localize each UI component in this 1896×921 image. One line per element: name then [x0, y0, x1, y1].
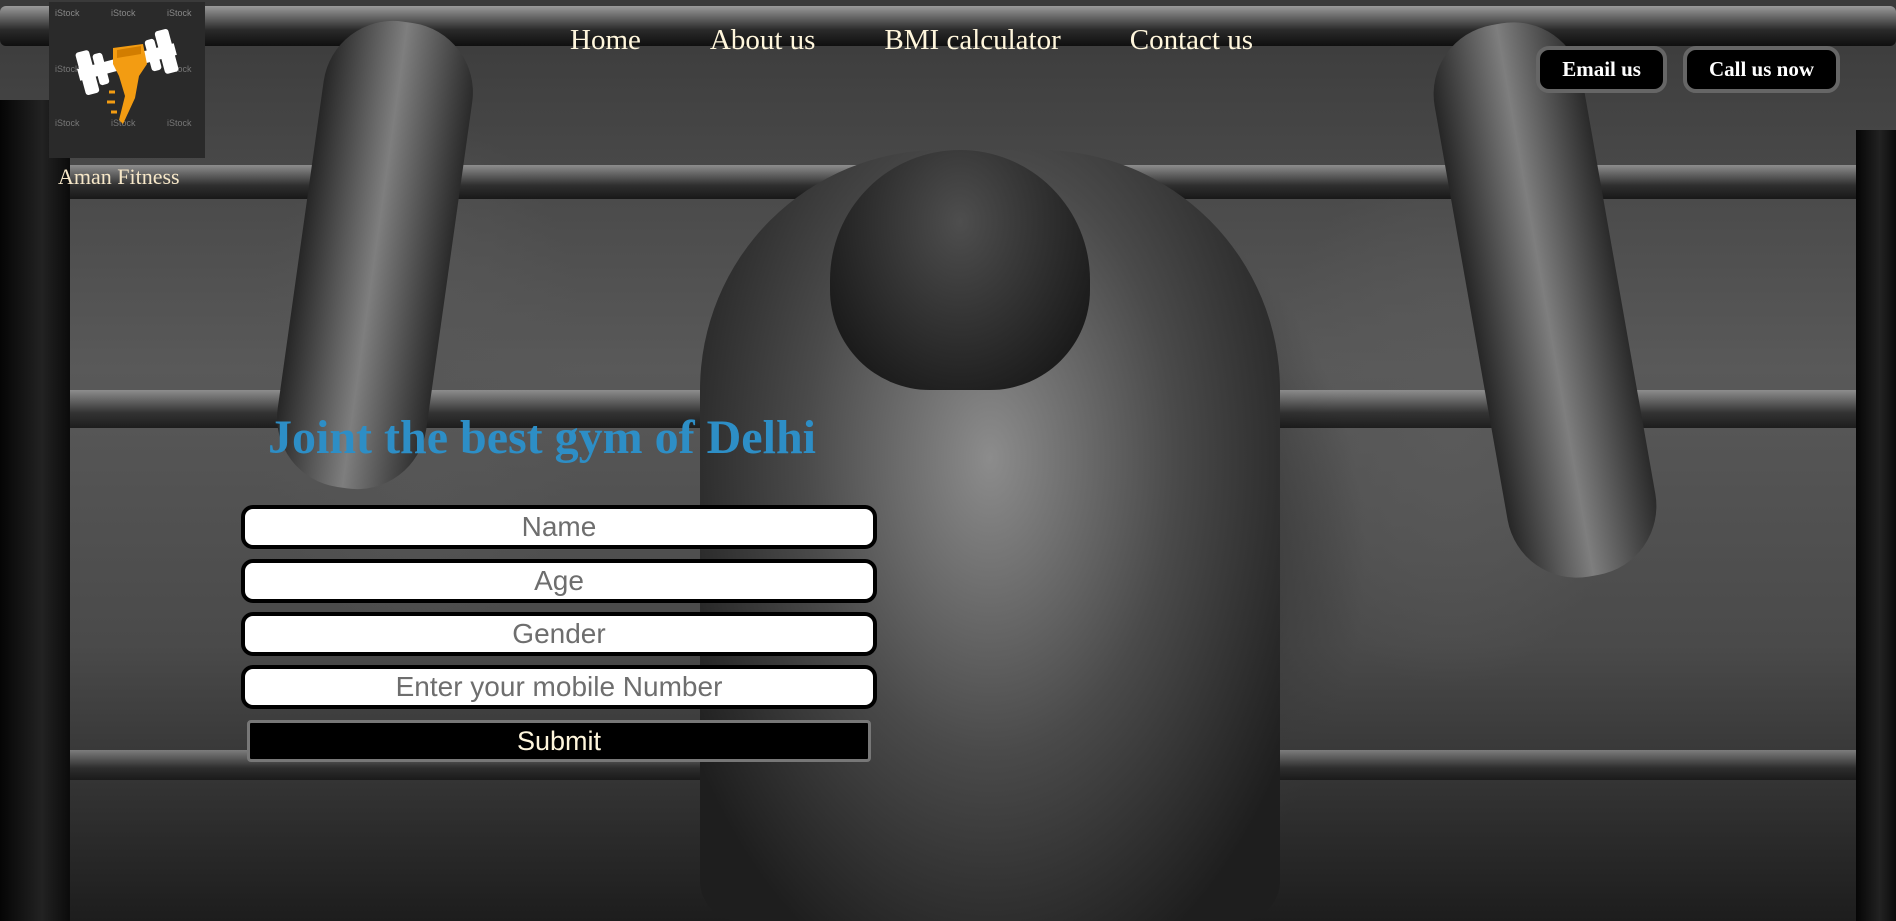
svg-text:iStock: iStock	[55, 64, 80, 74]
brand-name: Aman Fitness	[58, 164, 180, 189]
svg-text:iStock: iStock	[55, 8, 80, 18]
athlete-arm	[1422, 11, 1668, 589]
name-input[interactable]: Name	[241, 505, 877, 549]
rack-post	[0, 100, 70, 921]
svg-text:iStock: iStock	[167, 118, 192, 128]
main-nav: Home About us BMI calculator Contact us	[570, 24, 1253, 57]
site-logo[interactable]: iStock iStock iStock iStock iStock iStoc…	[49, 2, 205, 158]
call-us-button[interactable]: Call us now	[1682, 46, 1840, 93]
email-us-button[interactable]: Email us	[1536, 46, 1667, 93]
rack-post	[1856, 130, 1896, 921]
svg-text:iStock: iStock	[111, 8, 136, 18]
nav-bmi-calculator[interactable]: BMI calculator	[884, 24, 1060, 57]
mobile-number-input[interactable]: Enter your mobile Number	[241, 665, 877, 709]
signup-headline: Joint the best gym of Delhi	[268, 411, 816, 464]
nav-home[interactable]: Home	[570, 24, 641, 57]
age-input[interactable]: Age	[241, 559, 877, 603]
svg-text:iStock: iStock	[55, 118, 80, 128]
nav-about-us[interactable]: About us	[710, 24, 816, 57]
svg-text:iStock: iStock	[167, 8, 192, 18]
nav-contact-us[interactable]: Contact us	[1130, 24, 1253, 57]
submit-button[interactable]: Submit	[247, 720, 871, 762]
gender-input[interactable]: Gender	[241, 612, 877, 656]
contact-actions: Email us Call us now	[1536, 46, 1840, 93]
dumbbell-fist-icon: iStock iStock iStock iStock iStock iStoc…	[55, 8, 192, 128]
